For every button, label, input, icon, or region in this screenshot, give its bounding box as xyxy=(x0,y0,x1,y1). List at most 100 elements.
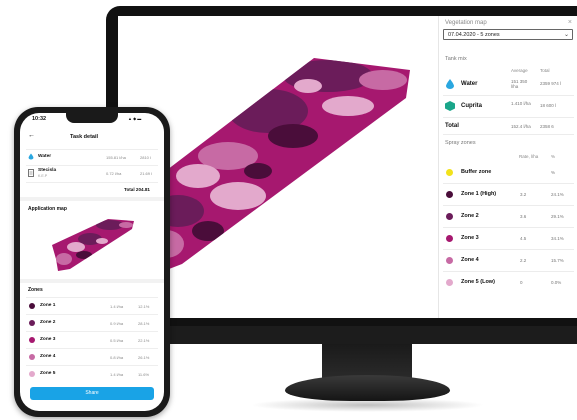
zone-pct: 29.1% xyxy=(551,214,564,219)
zone-color-dot xyxy=(29,303,35,309)
zone-pct: 12.1% xyxy=(138,304,150,309)
tank-mix-name: Cuprita xyxy=(461,103,482,109)
tank-mix-average: 1.410 l/ha xyxy=(511,101,531,106)
zone-color-dot xyxy=(446,279,453,286)
spray-zones-label: Spray zones xyxy=(445,140,476,146)
water-drop-icon xyxy=(28,153,34,160)
zone-name: Zone 1 (High) xyxy=(461,191,497,197)
zone-name: Zone 3 xyxy=(461,235,479,241)
zone-rate: 1.4 l/ha xyxy=(110,372,124,377)
close-icon[interactable]: × xyxy=(568,19,572,26)
divider xyxy=(26,297,158,298)
zone-name: Zone 2 xyxy=(461,213,479,219)
zone-color-dot xyxy=(29,371,35,377)
spray-zone-row[interactable]: Zone 5 (Low) 0 0.0% xyxy=(443,274,574,292)
divider xyxy=(26,182,158,183)
tank-item-name: Stecisla xyxy=(38,168,57,173)
zone-rate: 1.4 l/ha xyxy=(110,304,124,309)
divider xyxy=(443,95,574,96)
zone-name: Zone 3 xyxy=(40,337,56,342)
page-title: Task detail xyxy=(70,134,99,140)
tank-mix-col-average: Average xyxy=(511,68,528,73)
tank-total: Total 204.81 xyxy=(124,187,150,192)
divider xyxy=(26,165,158,166)
back-arrow-icon[interactable]: ← xyxy=(28,132,35,139)
zone-color-dot xyxy=(446,235,453,242)
zone-rate: 3.6 xyxy=(520,214,527,219)
divider xyxy=(26,314,158,315)
tank-mix-col-total: Total xyxy=(540,68,550,73)
share-button[interactable]: Share xyxy=(30,387,154,400)
zones-label: Zones xyxy=(28,287,43,293)
divider xyxy=(26,331,158,332)
desktop-screen: Vegetation map × 07.04.2020 - 5 zones ⌄ … xyxy=(118,16,577,318)
date-zones-select[interactable]: 07.04.2020 - 5 zones ⌄ xyxy=(443,29,573,40)
zone-pct: 34.1% xyxy=(551,236,564,241)
water-drop-icon xyxy=(446,79,454,89)
zone-pct: 26.1% xyxy=(138,355,150,360)
zone-name: Buffer zone xyxy=(461,169,492,175)
section-gap xyxy=(20,279,164,283)
divider xyxy=(443,117,574,118)
zone-name: Zone 4 xyxy=(40,354,56,359)
zone-pct: 24.1% xyxy=(551,192,564,197)
zone-color-dot xyxy=(446,191,453,198)
zone-rate: 0.8 l/ha xyxy=(110,355,124,360)
tank-mix-label: Tank mix xyxy=(445,56,467,62)
spray-zone-row[interactable]: Zone 1 (High) 3.2 24.1% xyxy=(443,186,574,204)
zone-name: Zone 5 xyxy=(40,371,56,376)
application-map[interactable] xyxy=(50,215,136,273)
divider xyxy=(443,205,574,206)
date-select-value: 07.04.2020 - 5 zones xyxy=(448,32,500,38)
tank-item-total: 2810 l xyxy=(140,155,151,160)
zone-pct: 28.1% xyxy=(138,321,150,326)
tank-total-label: Total xyxy=(445,123,459,129)
status-icons: ▲ ◆ ▬ xyxy=(128,116,142,121)
zone-rate: 0.9 l/ha xyxy=(110,321,124,326)
tank-item-rate: 155.81 l/ha xyxy=(106,155,126,160)
zone-color-dot xyxy=(446,213,453,220)
zone-pct: 15.7% xyxy=(551,258,564,263)
chevron-down-icon: ⌄ xyxy=(563,32,569,38)
zone-pct: 11.6% xyxy=(138,372,150,377)
divider xyxy=(443,227,574,228)
panel-title: Vegetation map xyxy=(445,20,487,26)
spray-zone-row[interactable]: Zone 3 4.5 34.1% xyxy=(443,230,574,248)
zone-name: Zone 5 (Low) xyxy=(461,279,495,285)
divider xyxy=(443,249,574,250)
zone-color-dot xyxy=(29,320,35,326)
application-map-label: Application map xyxy=(28,206,67,212)
divider xyxy=(26,348,158,349)
zone-rate: 4.5 xyxy=(520,236,527,241)
zone-rate: 3.2 xyxy=(520,192,527,197)
section-gap xyxy=(20,197,164,201)
zone-pct: % xyxy=(551,170,556,175)
tank-total-average: 152.4 l/ha xyxy=(511,124,531,129)
tank-mix-total: 18 600 l xyxy=(540,103,557,108)
tank-mix-total: 2359 974 l xyxy=(540,81,562,86)
tank-mix-name: Water xyxy=(461,81,478,87)
tank-item-sub: K.E.P xyxy=(38,174,48,178)
monitor-stand-neck xyxy=(322,344,412,378)
divider xyxy=(443,134,574,135)
spray-zone-row[interactable]: Zone 4 2.2 15.7% xyxy=(443,252,574,270)
tank-item-name: Water xyxy=(38,154,52,159)
tank-item-total: 21.69 l xyxy=(140,171,153,176)
zone-rate: 0 xyxy=(520,280,523,285)
zone-pct: 0.0% xyxy=(551,280,562,285)
phone-time: 10:32 xyxy=(32,116,47,122)
vegetation-panel: Vegetation map × 07.04.2020 - 5 zones ⌄ … xyxy=(438,16,577,318)
divider xyxy=(443,183,574,184)
zone-color-dot xyxy=(29,354,35,360)
zone-name: Zone 4 xyxy=(461,257,479,263)
phone-screen: 10:32 ▲ ◆ ▬ ← Task detail Water 155.81 l… xyxy=(20,113,164,411)
spray-zone-row[interactable]: Buffer zone % xyxy=(443,164,574,182)
zone-name: Zone 2 xyxy=(40,320,56,325)
tank-mix-average: 151 350 l/ha xyxy=(511,79,528,89)
tank-total-total: 2358 6 xyxy=(540,124,554,129)
spray-zone-row[interactable]: Zone 2 3.6 29.1% xyxy=(443,208,574,226)
product-box-icon xyxy=(445,101,455,111)
zone-color-dot xyxy=(446,257,453,264)
zone-name: Zone 1 xyxy=(40,303,56,308)
zone-col-pct: % xyxy=(551,154,556,159)
